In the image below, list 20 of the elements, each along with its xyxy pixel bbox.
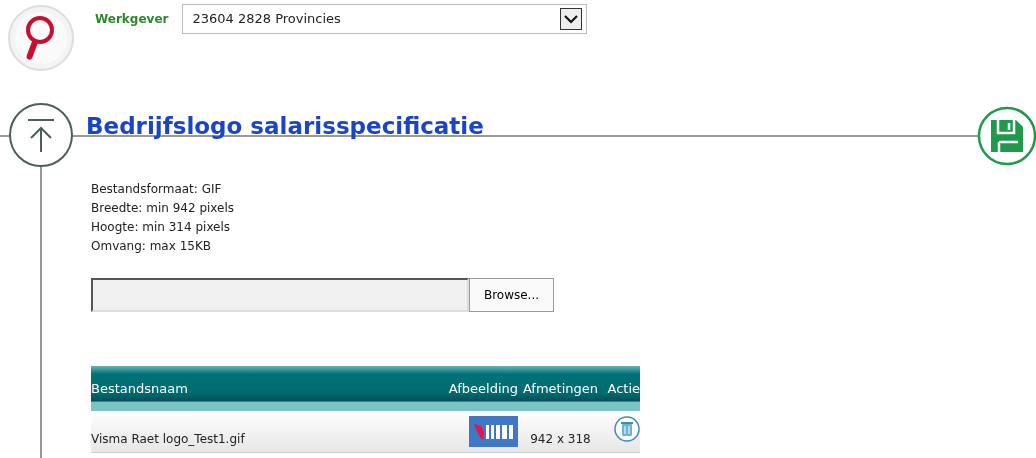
collapse-up-icon[interactable] (8, 102, 74, 168)
logo-icon (7, 4, 75, 72)
section-title: Bedrijfslogo salarisspecificatie (86, 111, 484, 141)
table-cell: 942 x 318 (530, 431, 591, 446)
file-path-field[interactable] (91, 278, 469, 312)
column-header: Bestandsnaam (91, 380, 188, 396)
caret-icon (564, 14, 579, 24)
column-header: Afbeelding (448, 380, 518, 396)
requirement-text: Omvang: max 15KB (91, 238, 212, 255)
table-cell: Visma Raet logo_Test1.gif (91, 431, 245, 446)
save-icon[interactable] (976, 105, 1036, 167)
column-header: Afmetingen (522, 380, 599, 396)
requirement-text: Breedte: min 942 pixels (91, 200, 236, 217)
employer-label: Werkgever (95, 11, 169, 28)
requirement-text: Bestandsformaat: GIF (91, 181, 223, 198)
delete-icon[interactable] (614, 415, 640, 442)
browse-button[interactable]: Browse... (469, 278, 554, 312)
column-header: Actie (607, 380, 640, 396)
employer-select[interactable]: 23604 2828 Provincies (182, 4, 588, 34)
requirement-text: Hoogte: min 314 pixels (91, 219, 232, 236)
